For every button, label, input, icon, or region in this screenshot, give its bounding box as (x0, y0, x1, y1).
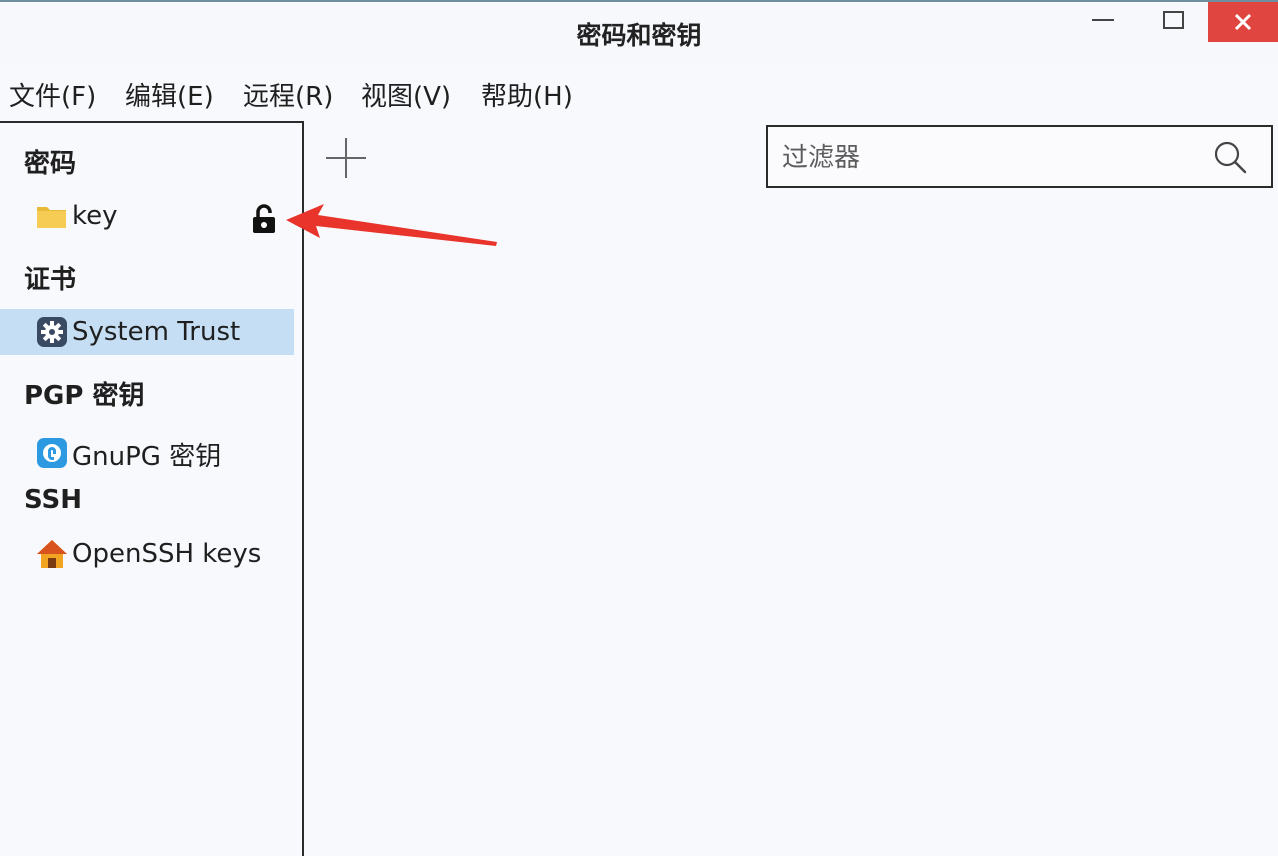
filter-box[interactable] (766, 125, 1273, 188)
sidebar-item-label: OpenSSH keys (72, 539, 262, 569)
menu-view[interactable]: 视图(V) (361, 76, 451, 113)
sidebar: 密码 key 证书 System Trust PGP 密钥 GnuPG 密钥 S… (0, 121, 304, 856)
folder-icon (37, 207, 66, 228)
sidebar-item-label: GnuPG 密钥 (72, 441, 222, 472)
menu-help[interactable]: 帮助(H) (481, 76, 573, 113)
gear-icon (37, 317, 67, 347)
minimize-icon (1092, 19, 1114, 21)
gnupg-icon (37, 438, 67, 468)
sidebar-item-gnupg[interactable]: GnuPG 密钥 (0, 431, 294, 477)
annotation-arrow-icon (286, 204, 497, 246)
home-icon (37, 540, 67, 568)
sidebar-item-key[interactable]: key (0, 193, 294, 239)
menu-edit[interactable]: 编辑(E) (125, 76, 214, 113)
menu-file[interactable]: 文件(F) (9, 76, 96, 113)
unlock-icon[interactable] (250, 203, 278, 235)
sidebar-item-label: key (72, 201, 118, 231)
maximize-button[interactable] (1145, 2, 1201, 42)
section-title-pgp-keys: PGP 密钥 (24, 381, 145, 411)
title-bar: 密码和密钥 (0, 0, 1278, 63)
minimize-button[interactable] (1075, 2, 1131, 42)
close-button[interactable] (1208, 2, 1278, 42)
plus-icon[interactable] (324, 136, 368, 180)
section-title-certificates: 证书 (24, 265, 77, 295)
search-icon[interactable] (1212, 139, 1248, 175)
maximize-icon (1162, 11, 1184, 29)
close-icon (1234, 13, 1252, 31)
sidebar-item-system-trust[interactable]: System Trust (0, 309, 294, 355)
filter-input[interactable] (780, 137, 1204, 179)
menu-bar: 文件(F) 编辑(E) 远程(R) 视图(V) 帮助(H) (0, 62, 1278, 122)
sidebar-item-label: System Trust (72, 317, 241, 347)
sidebar-item-openssh[interactable]: OpenSSH keys (0, 531, 294, 577)
section-title-passwords: 密码 (24, 149, 77, 179)
menu-remote[interactable]: 远程(R) (243, 76, 333, 113)
section-title-ssh: SSH (24, 485, 83, 515)
